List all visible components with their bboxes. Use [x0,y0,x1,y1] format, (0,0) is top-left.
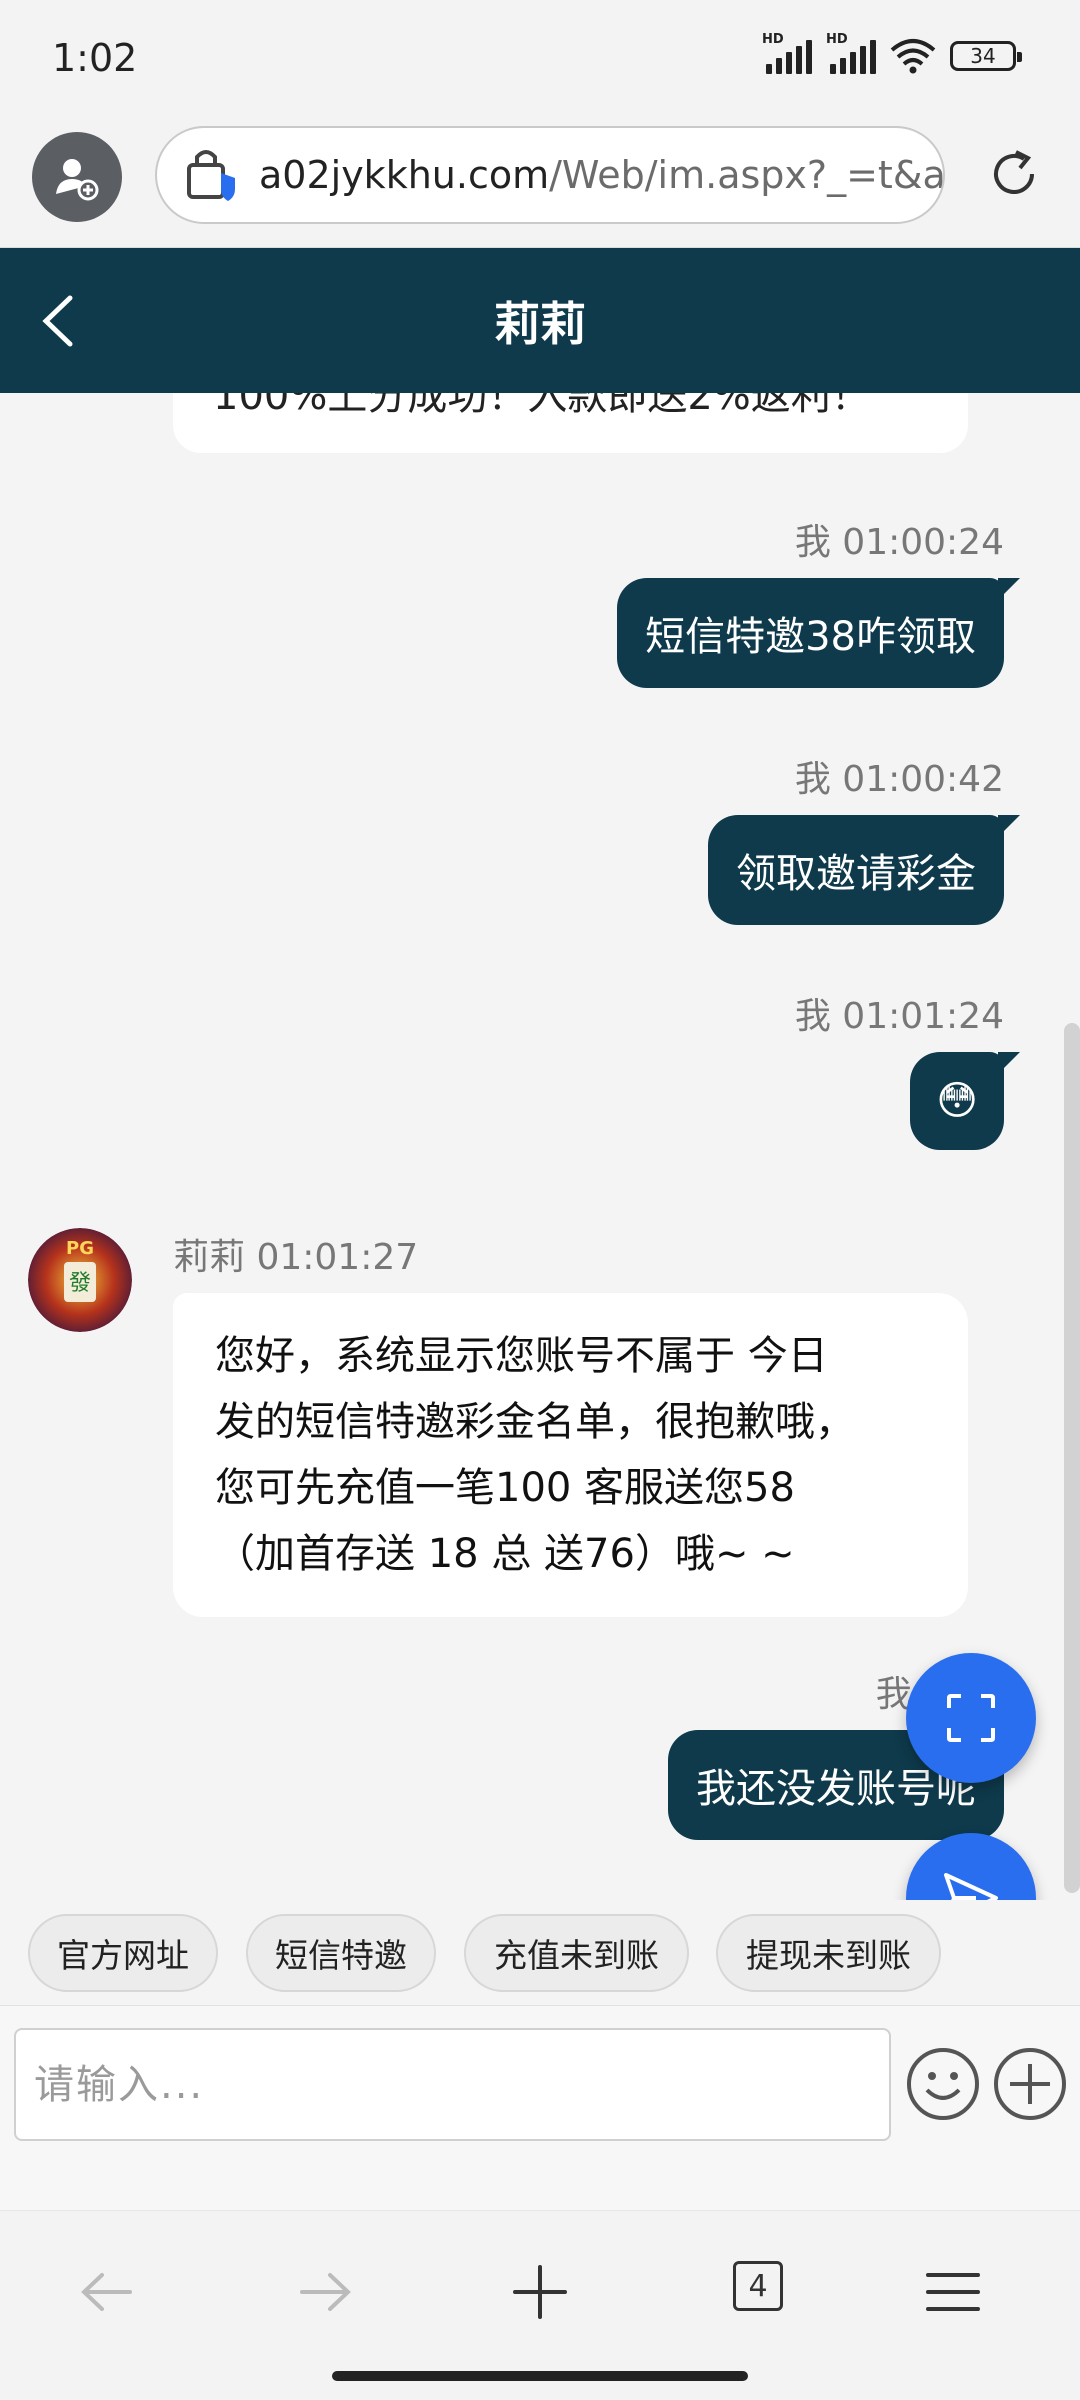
message-meta: 我 01:01:24 [794,996,1004,1037]
tab-count-button[interactable]: 4 [733,2261,783,2311]
scan-icon [947,1694,995,1742]
status-icons: HD HD 34 [762,32,1022,74]
message-bubble-sent: 领取邀请彩金 [708,815,1020,925]
signal-icon-2: HD [826,32,876,74]
message-bubble-received: 您好，系统显示您账号不属于 今日 发的短信特邀彩金名单，很抱歉哦， 您可先充值一… [173,1293,968,1617]
message-bubble-sent: 短信特邀38咋领取 [617,578,1020,688]
profile-add-icon[interactable] [32,132,122,222]
signal-icon: HD [762,32,812,74]
browser-address-bar: a02jykkhu.com/Web/im.aspx?_=t&acc [0,118,1080,248]
menu-icon[interactable] [918,2257,988,2327]
status-bar: 1:02 HD HD 34 [0,0,1080,118]
scrollbar[interactable] [1064,1023,1080,1893]
send-button[interactable] [906,1833,1036,1900]
avatar[interactable]: 發 PG [28,1228,132,1332]
quick-reply-chip[interactable]: 短信特邀 [246,1914,436,1992]
svg-text:PG: PG [66,1238,94,1259]
chat-title: 莉莉 [494,297,586,351]
message-meta: 我 01:00:42 [794,759,1004,800]
message-meta: 莉莉 01:01:27 [173,1237,419,1278]
status-time: 1:02 [52,36,138,80]
svg-text:發: 發 [69,1271,91,1296]
emoji-icon[interactable] [905,2046,981,2122]
secure-lock-icon [187,150,235,201]
arrow-right-icon[interactable] [290,2257,360,2327]
url-field[interactable]: a02jykkhu.com/Web/im.aspx?_=t&acc [155,126,945,224]
message-input[interactable] [14,2028,891,2141]
message-list[interactable]: 100%上分成功！入款即送2%返利！ 我 01:00:24 短信特邀38咋领取 … [0,393,1080,1900]
send-icon [944,1873,998,1900]
message-bubble-sent-emoji: 😳 [910,1052,1020,1150]
browser-bottom-nav: 4 [0,2210,1080,2400]
arrow-left-icon[interactable] [72,2257,142,2327]
chat-header: 莉莉 [0,248,1080,393]
quick-reply-chip[interactable]: 官方网址 [28,1914,218,1992]
reload-icon[interactable] [984,144,1044,204]
input-area [0,2005,1080,2210]
plus-icon[interactable] [505,2257,575,2327]
quick-reply-chip[interactable]: 充值未到账 [464,1914,689,1992]
wifi-icon [890,39,936,74]
home-indicator [332,2371,748,2381]
quick-reply-chip[interactable]: 提现未到账 [716,1914,941,1992]
url-text: a02jykkhu.com/Web/im.aspx?_=t&acc [259,153,945,197]
message-bubble-partial: 100%上分成功！入款即送2%返利！ [173,393,968,453]
quick-reply-bar: 官方网址 短信特邀 充值未到账 提现未到账 [0,1900,1080,2005]
battery-icon: 34 [950,41,1022,71]
plus-circle-icon[interactable] [992,2046,1068,2122]
scan-button[interactable] [906,1653,1036,1783]
message-meta: 我 01:00:24 [794,522,1004,563]
